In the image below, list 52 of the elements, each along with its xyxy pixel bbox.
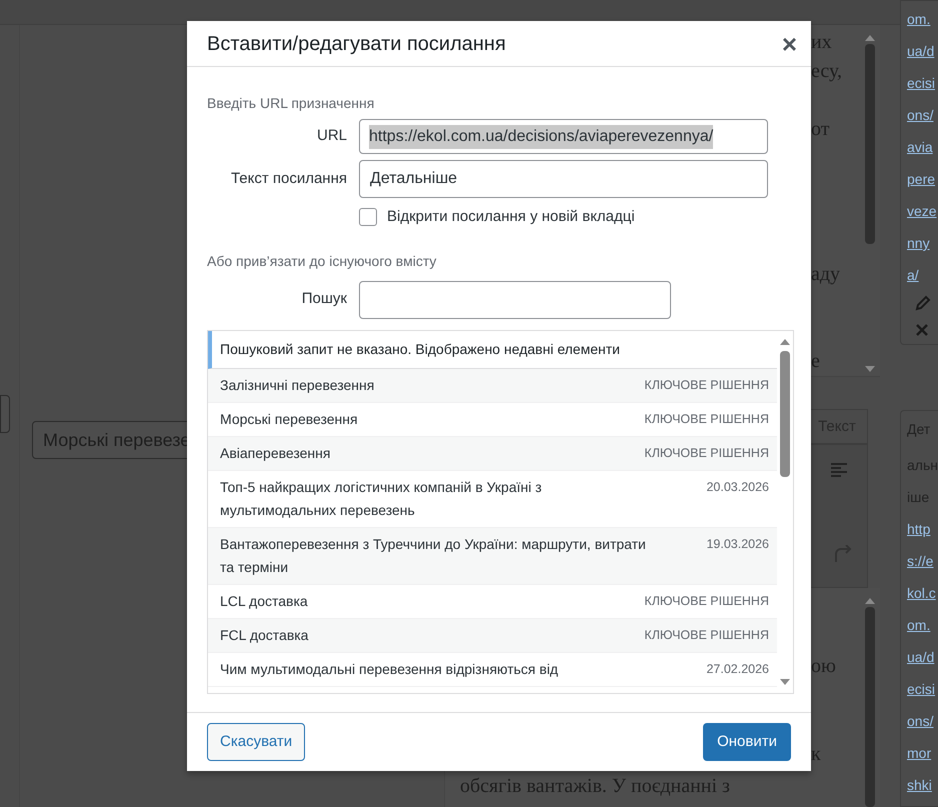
url-link[interactable]: ua/d: [907, 641, 938, 673]
section-label: Введіть URL призначення: [207, 94, 376, 113]
result-info: КЛЮЧОВЕ РІШЕННЯ: [644, 410, 769, 428]
result-info: 27.02.2026: [706, 660, 769, 678]
result-title: Залізничні перевезення: [220, 376, 374, 395]
url-link[interactable]: http: [907, 513, 938, 545]
result-info: 19.03.2026: [706, 536, 769, 552]
url-link[interactable]: ons/: [907, 99, 938, 131]
result-title: Чим мультимодальні перевезення відрізняються від: [220, 660, 558, 679]
url-link[interactable]: om.: [907, 3, 938, 35]
url-link[interactable]: ua/d: [907, 35, 938, 67]
result-item[interactable]: LCL доставка КЛЮЧОВЕ РІШЕННЯ: [208, 584, 777, 618]
url-field[interactable]: https://ekol.com.ua/decisions/aviaperevezennya/: [359, 119, 768, 154]
result-item[interactable]: Чим мультимодальні перевезення відрізняються від 27.02.2026: [208, 652, 777, 686]
url-link[interactable]: om.: [907, 609, 938, 641]
url-link[interactable]: veze: [907, 195, 938, 227]
url-link[interactable]: ecisi: [907, 67, 938, 99]
close-button[interactable]: ×: [782, 30, 797, 56]
url-link[interactable]: pere: [907, 163, 938, 195]
url-link[interactable]: ons/: [907, 705, 938, 737]
result-title: Авіаперевезення: [220, 444, 330, 463]
url-link[interactable]: nny: [907, 227, 938, 259]
section-label: Або прив’язати до існуючого вмісту: [207, 252, 438, 270]
checkbox-label: Відкрити посилання у новій вкладці: [387, 207, 635, 227]
field-label: URL: [316, 126, 347, 146]
result-item[interactable]: Авіаперевезення КЛЮЧОВЕ РІШЕННЯ: [208, 436, 777, 470]
result-info: КЛЮЧОВЕ РІШЕННЯ: [644, 376, 769, 394]
result-item[interactable]: FCL доставка КЛЮЧОВЕ РІШЕННЯ: [208, 618, 777, 652]
url-link[interactable]: shki: [907, 769, 938, 801]
url-link[interactable]: avia: [907, 131, 938, 163]
result-item[interactable]: Вантажоперевезення з Туреччини до України: маршрути, витрати та терміни 19.03.2026: [208, 528, 777, 584]
url-link[interactable]: a/: [907, 259, 938, 291]
dialog-title: Вставити/редагувати посилання: [207, 32, 506, 56]
result-info: КЛЮЧОВЕ РІШЕННЯ: [644, 444, 769, 462]
result-item[interactable]: Залізничні перевезення КЛЮЧОВЕ РІШЕННЯ: [208, 368, 777, 402]
url-link[interactable]: kol.c: [907, 577, 938, 609]
field-label: Текст посилання: [230, 168, 347, 189]
cancel-button[interactable]: Скасувати: [207, 723, 306, 761]
result-title: Морські перевезення: [220, 410, 358, 429]
result-info: КЛЮЧОВЕ РІШЕННЯ: [644, 626, 769, 644]
url-link[interactable]: ecisi: [907, 673, 938, 705]
result-title: FCL доставка: [220, 626, 308, 645]
result-info: КЛЮЧОВЕ РІШЕННЯ: [644, 592, 769, 610]
url-link[interactable]: s://e: [907, 545, 938, 577]
result-title: LCL доставка: [220, 592, 308, 611]
result-info: 20.03.2026: [706, 478, 769, 496]
field-label: Пошук: [300, 289, 347, 310]
update-button[interactable]: Оновити: [703, 723, 791, 761]
url-link[interactable]: mor: [907, 737, 938, 769]
result-title: Вантажоперевезення з Туреччини до України: маршрути, витрати та терміни: [220, 534, 647, 577]
link-text-field[interactable]: Детальніше: [359, 160, 768, 198]
result-title: Топ-5 найкращих логістичних компаній в Україні з мультимодальних перевезень: [220, 478, 543, 520]
